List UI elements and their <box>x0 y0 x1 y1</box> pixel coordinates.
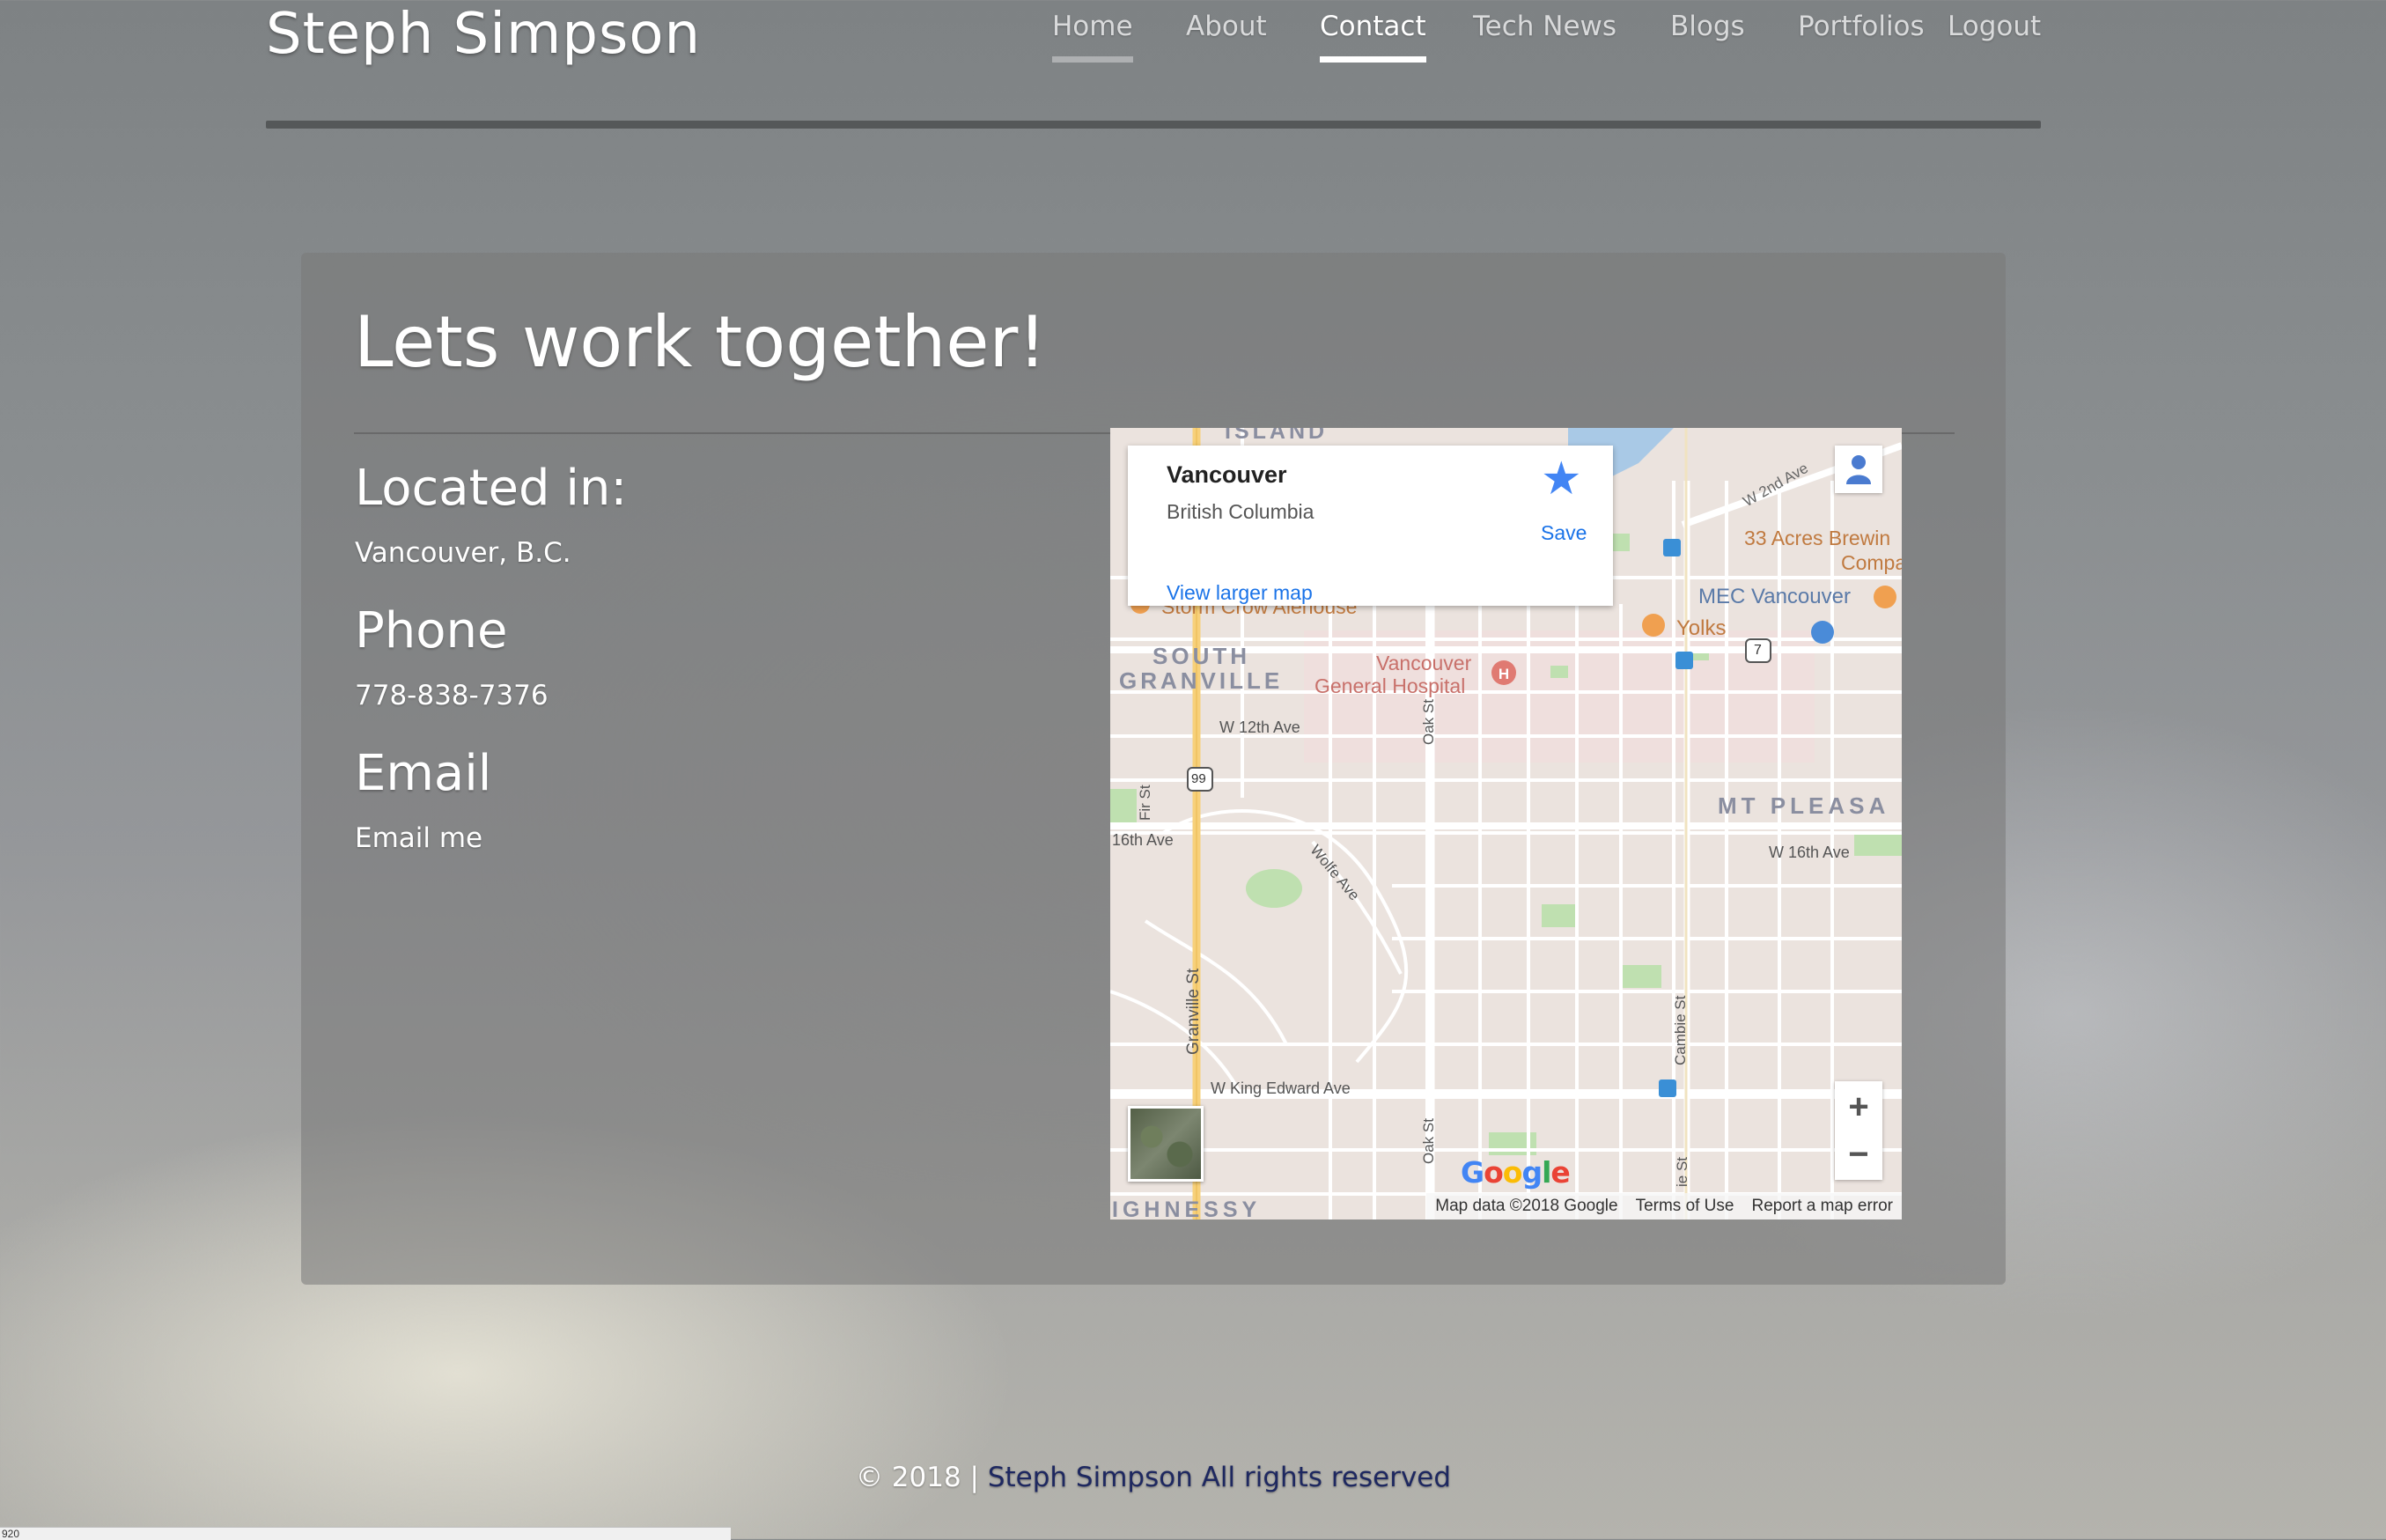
map-label-granville-st: Granville St <box>1184 968 1203 1055</box>
location-label: Located in: <box>355 460 628 517</box>
map-attribution: Map data ©2018 Google Terms of Use Report … <box>1426 1193 1902 1219</box>
nav-home-underline <box>1052 56 1133 63</box>
nav-home-label: Home <box>1052 11 1133 42</box>
place-name: Vancouver <box>1167 461 1287 488</box>
map-label-cambie-lower: ie St <box>1674 1156 1690 1187</box>
phone-value: 778-838-7376 <box>355 680 549 711</box>
view-larger-map-link[interactable]: View larger map <box>1167 581 1313 605</box>
map-label-hospital-2: General Hospital <box>1315 674 1466 697</box>
nav-logout-label: Logout <box>1948 11 2042 42</box>
nav-logout[interactable]: Logout <box>1948 11 2041 42</box>
map-label-cambie: Cambie St <box>1672 995 1689 1065</box>
email-label: Email <box>355 745 492 802</box>
nav-portfolios-label: Portfolios <box>1798 11 1925 42</box>
save-place-button[interactable]: Save <box>1541 521 1587 545</box>
place-region: British Columbia <box>1167 500 1315 523</box>
map-label-granville-area: GRANVILLE <box>1119 667 1284 694</box>
map-label-hwy99: 99 <box>1191 771 1206 786</box>
satellite-toggle-thumbnail[interactable] <box>1128 1106 1204 1182</box>
map-label-shaughnessy: IGHNESSY <box>1112 1197 1262 1219</box>
browser-status-bar: 920 <box>0 1527 731 1540</box>
place-info-card: Vancouver British Columbia View larger m… <box>1128 446 1613 606</box>
map-label-yolks: Yolks <box>1676 616 1727 640</box>
report-map-error-link[interactable]: Report a map error <box>1742 1193 1902 1216</box>
map-label-mt-pleasant: MT PLEASA <box>1718 792 1890 819</box>
phone-label: Phone <box>355 602 508 659</box>
map-data-credit: Map data ©2018 Google <box>1435 1197 1618 1215</box>
map-label-33acres-2: Compa <box>1841 551 1902 574</box>
nav-tech-news[interactable]: Tech News <box>1473 11 1616 42</box>
star-icon[interactable]: ★ <box>1541 456 1582 502</box>
nav-contact-underline <box>1320 56 1426 63</box>
map-label-oak-lower: Oak St <box>1420 1118 1437 1164</box>
google-logo: Google <box>1461 1155 1571 1190</box>
terms-of-use-link[interactable]: Terms of Use <box>1627 1193 1743 1216</box>
location-value: Vancouver, B.C. <box>355 537 571 569</box>
map-label-fir: Fir St <box>1137 785 1153 821</box>
embedded-map[interactable]: H ISLAND W 2nd Ave 33 Acres Brewin Compa… <box>1110 428 1902 1219</box>
zoom-in-button[interactable]: + <box>1835 1083 1882 1131</box>
nav-contact-label: Contact <box>1320 11 1426 42</box>
map-label-hwy7: 7 <box>1754 643 1762 658</box>
map-label-33acres: 33 Acres Brewin <box>1744 527 1891 549</box>
map-label-mec: MEC Vancouver <box>1698 585 1851 608</box>
map-label-hospital-1: Vancouver <box>1376 652 1472 674</box>
nav-blogs[interactable]: Blogs <box>1670 11 1745 42</box>
map-label-w12th: W 12th Ave <box>1219 718 1300 736</box>
map-label-16th-left: 16th Ave <box>1112 831 1174 849</box>
nav-contact[interactable]: Contact <box>1320 11 1426 63</box>
map-label-island: ISLAND <box>1225 428 1329 444</box>
nav-tech-news-label: Tech News <box>1473 11 1617 42</box>
svg-text:H: H <box>1499 666 1509 682</box>
zoom-out-button[interactable]: − <box>1835 1131 1882 1178</box>
footer-copyright: © 2018 | <box>855 1462 988 1493</box>
contact-heading: Lets work together! <box>354 301 1047 383</box>
map-label-oak: Oak St <box>1420 699 1437 745</box>
street-view-pegman-icon[interactable] <box>1835 446 1882 493</box>
nav-home[interactable]: Home <box>1052 11 1133 63</box>
footer-brand-link[interactable]: Steph Simpson <box>988 1462 1193 1493</box>
footer-rights: All rights reserved <box>1192 1462 1452 1493</box>
map-label-south: SOUTH <box>1152 643 1250 669</box>
map-label-16th-right: W 16th Ave <box>1769 844 1850 861</box>
header-divider <box>266 121 2041 129</box>
zoom-controls: + − <box>1835 1081 1882 1180</box>
status-text: 920 <box>2 1528 20 1540</box>
site-footer: © 2018 | Steph Simpson All rights reserv… <box>0 1462 2307 1493</box>
map-label-king-edward: W King Edward Ave <box>1211 1079 1351 1097</box>
site-title[interactable]: Steph Simpson <box>266 2 701 67</box>
nav-portfolios[interactable]: Portfolios <box>1798 11 1925 42</box>
nav-about-label: About <box>1186 11 1267 42</box>
nav-about[interactable]: About <box>1186 11 1267 42</box>
nav-blogs-label: Blogs <box>1670 11 1745 42</box>
email-link[interactable]: Email me <box>355 822 482 854</box>
